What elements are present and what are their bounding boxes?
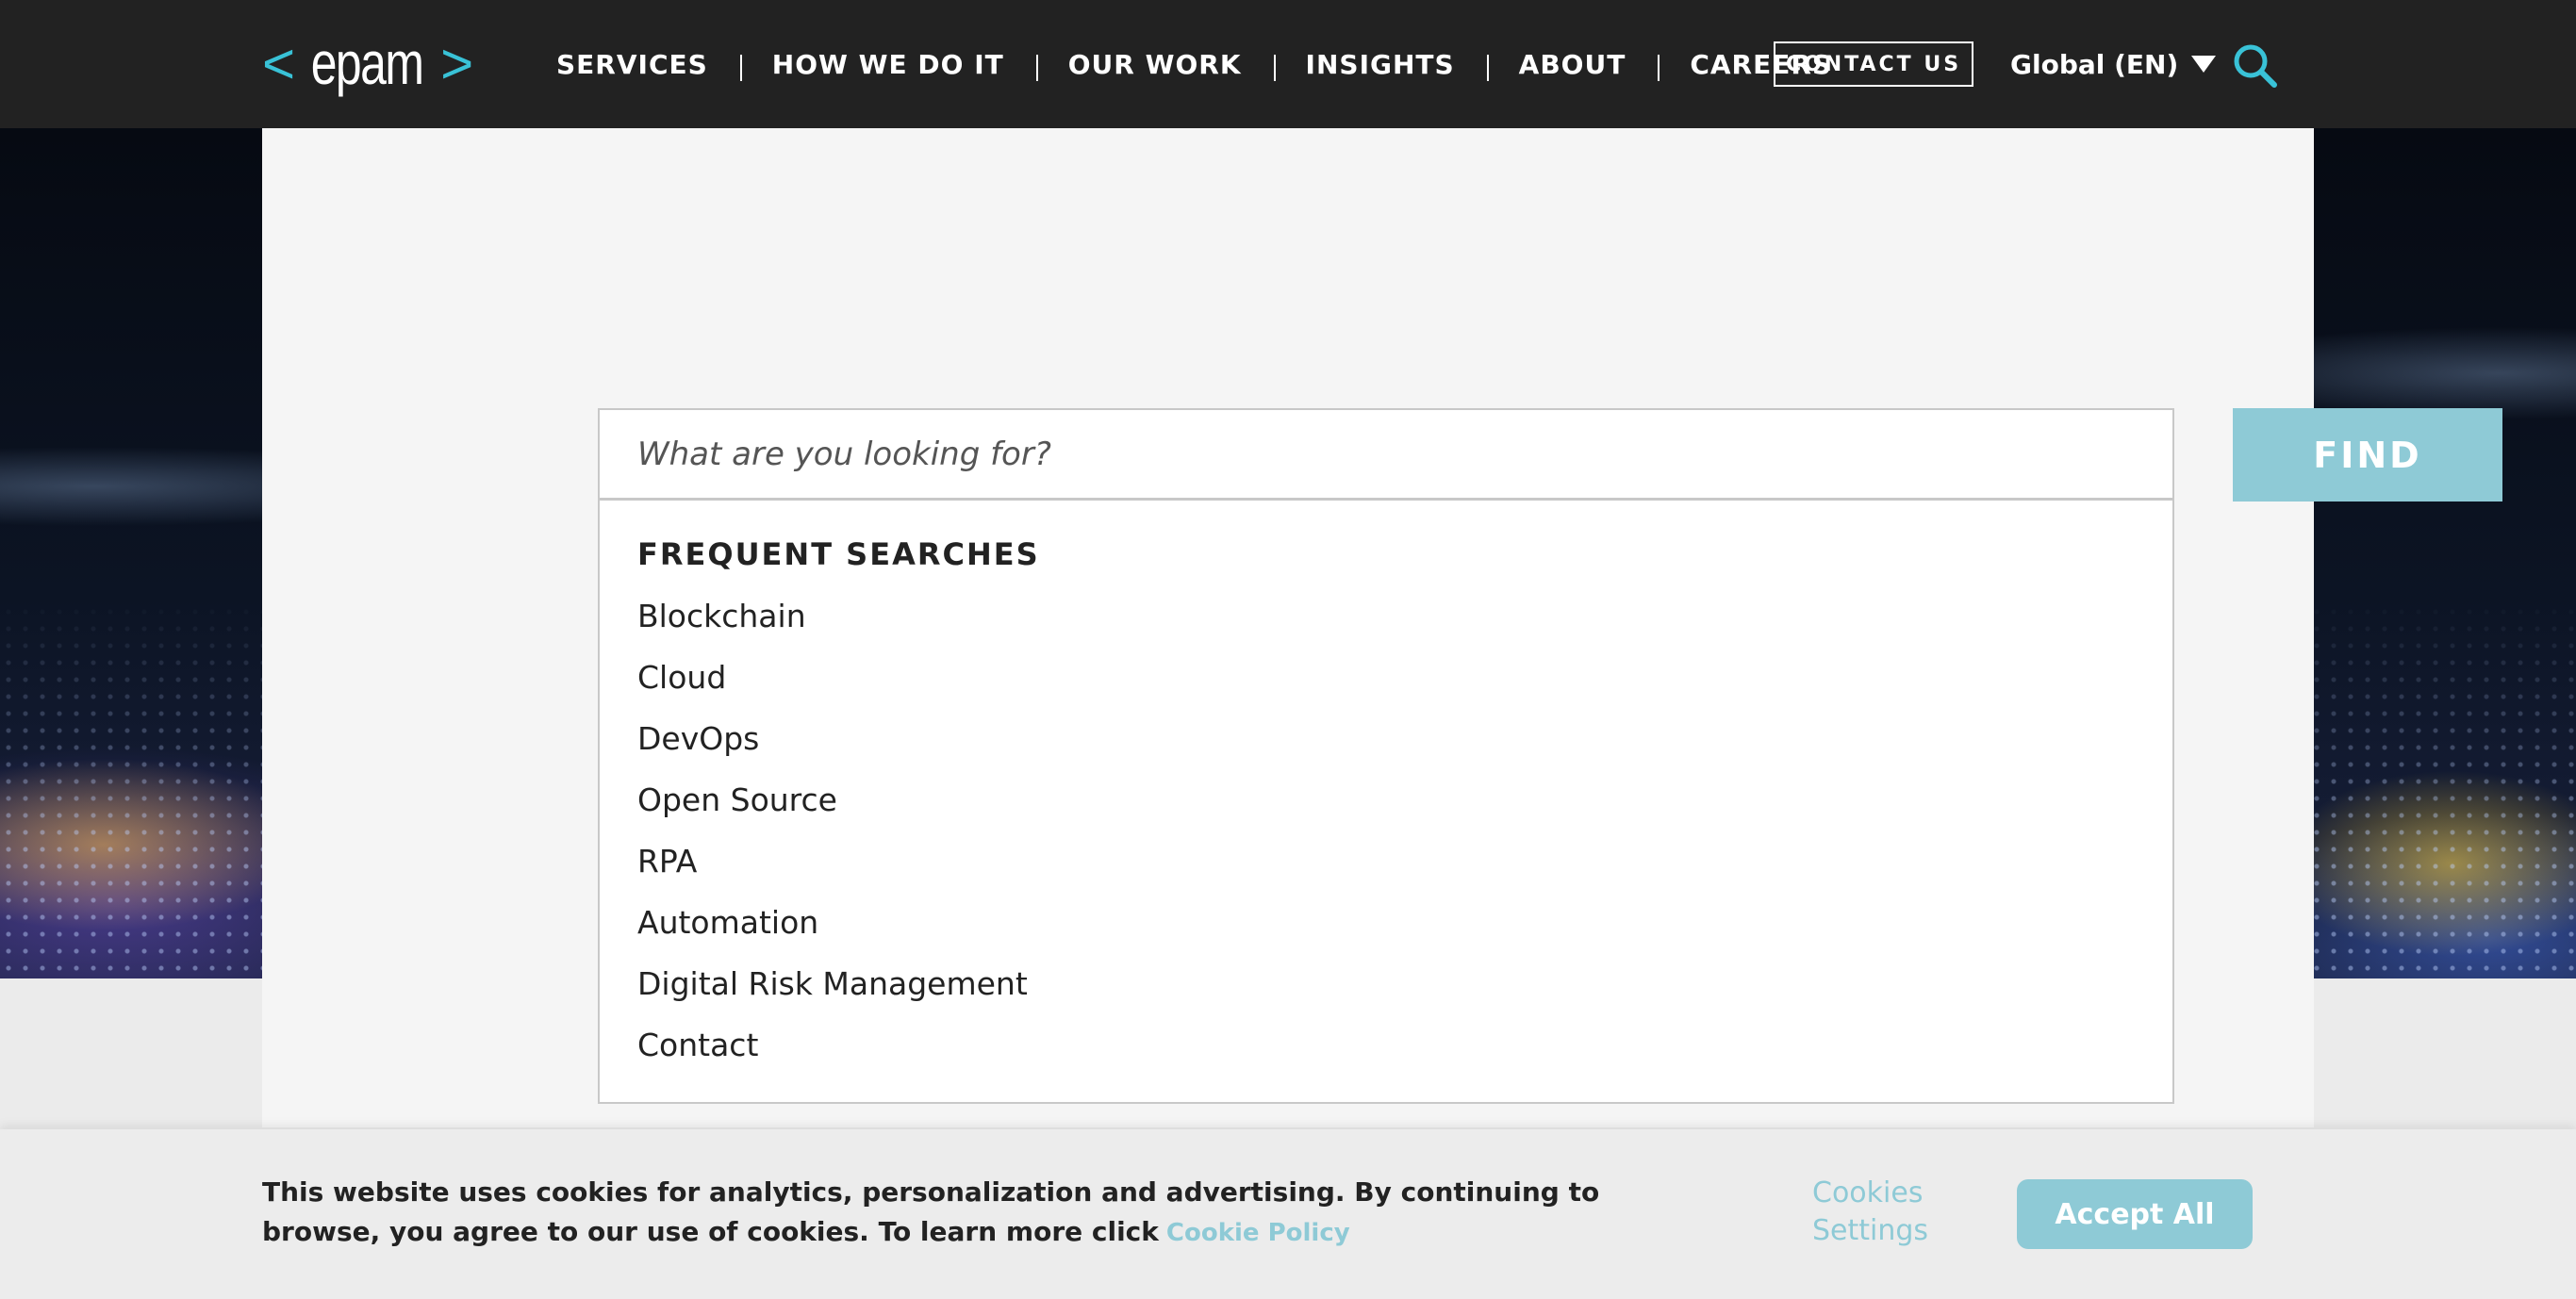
cookie-banner: This website uses cookies for analytics,… [0,1129,2576,1299]
caret-down-icon [2191,56,2217,73]
cookies-settings-link[interactable]: Cookies Settings [1812,1175,1963,1250]
suggestion-contact[interactable]: Contact [637,1022,2135,1083]
logo-word: epam [310,29,424,97]
search-input[interactable] [600,410,2172,501]
nav-item-how-we-do-it[interactable]: HOW WE DO IT [739,49,1036,81]
logo-bracket-left: < [262,31,295,95]
suggestion-cloud[interactable]: Cloud [637,654,2135,715]
suggestion-blockchain[interactable]: Blockchain [637,593,2135,654]
suggestion-open-source[interactable]: Open Source [637,777,2135,838]
accept-all-button[interactable]: Accept All [2017,1179,2253,1249]
frequent-searches-heading: FREQUENT SEARCHES [637,536,1040,572]
cookie-message-text: This website uses cookies for analytics,… [262,1176,1600,1247]
epam-logo[interactable]: < epam > [262,29,473,97]
language-label: Global (EN) [2010,48,2179,80]
search-panel: FREQUENT SEARCHES Blockchain Cloud DevOp… [262,128,2502,1127]
logo-bracket-right: > [440,31,473,95]
nav-item-about[interactable]: ABOUT [1486,49,1659,81]
search-box: FREQUENT SEARCHES Blockchain Cloud DevOp… [598,408,2174,1104]
cookie-policy-link[interactable]: Cookie Policy [1166,1219,1350,1247]
nav-item-our-work[interactable]: OUR WORK [1035,49,1274,81]
cookie-message: This website uses cookies for analytics,… [262,1173,1714,1253]
frequent-searches-list: FREQUENT SEARCHES Blockchain Cloud DevOp… [600,501,2172,1083]
search-icon[interactable] [2231,41,2278,89]
main-nav: SERVICES HOW WE DO IT OUR WORK INSIGHTS … [524,43,1864,85]
nav-item-insights[interactable]: INSIGHTS [1273,49,1487,81]
find-button[interactable]: FIND [2233,408,2502,502]
site-header: < epam > SERVICES HOW WE DO IT OUR WORK … [0,0,2576,128]
language-selector[interactable]: Global (EN) [2010,43,2217,85]
contact-us-button[interactable]: CONTACT US [1774,41,1973,87]
suggestion-automation[interactable]: Automation [637,899,2135,961]
suggestion-digital-risk-management[interactable]: Digital Risk Management [637,961,2135,1022]
suggestion-rpa[interactable]: RPA [637,838,2135,899]
suggestion-devops[interactable]: DevOps [637,715,2135,777]
nav-item-services[interactable]: SERVICES [524,49,740,80]
